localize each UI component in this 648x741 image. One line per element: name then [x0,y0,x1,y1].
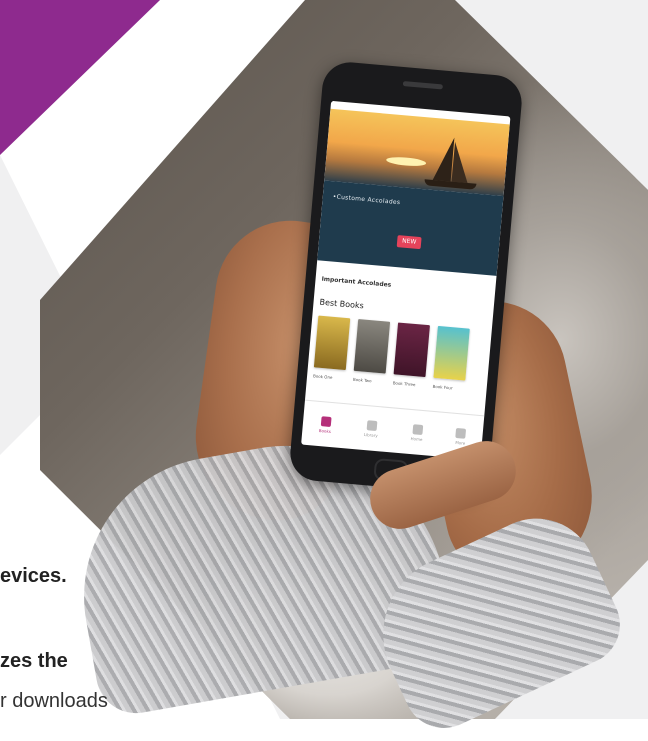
book-caption: Book Four [432,383,453,391]
tab-library[interactable]: Library [364,420,379,438]
library-icon [366,420,378,431]
hero-panel: •Custome Accolades NEW [317,180,504,276]
phone-screen: •Custome Accolades NEW Important Accolad… [301,100,511,461]
section-title-important: Important Accolades [321,275,392,289]
book-cover-1[interactable]: Book One [313,315,351,380]
sailboat-sail [451,141,472,183]
book-caption: Book Three [392,380,416,388]
sailboat-hull [424,179,477,190]
phone-speaker [402,81,444,90]
hero-button[interactable]: NEW [396,235,422,250]
section-title-best-books: Best Books [319,297,365,311]
book-icon [320,416,332,427]
tab-label: Library [363,431,378,439]
book-cover-2[interactable]: Book Two [353,318,391,383]
tab-label: More [455,439,466,446]
sunset-sun [385,155,427,168]
book-caption: Book One [312,373,333,380]
body-text-line-1: evices. [0,565,67,587]
tab-more[interactable]: More [455,427,467,446]
book-cover-3[interactable]: Book Three [393,322,430,387]
tab-label: Home [410,436,423,443]
tab-label: Books [318,427,332,435]
book-cover-4[interactable]: Book Four [432,325,470,390]
more-icon [455,427,467,439]
book-caption: Book Two [352,376,372,384]
home-icon [411,424,423,435]
tab-books[interactable]: Books [319,416,332,434]
body-text-line-3: r downloads [0,690,108,712]
tab-home[interactable]: Home [410,424,423,442]
body-text-line-2: zes the [0,650,68,672]
smartphone: •Custome Accolades NEW Important Accolad… [288,60,524,496]
hero-caption: •Custome Accolades [332,193,401,207]
book-shelf: Book One Book Two Book Three Book Four [312,315,487,401]
